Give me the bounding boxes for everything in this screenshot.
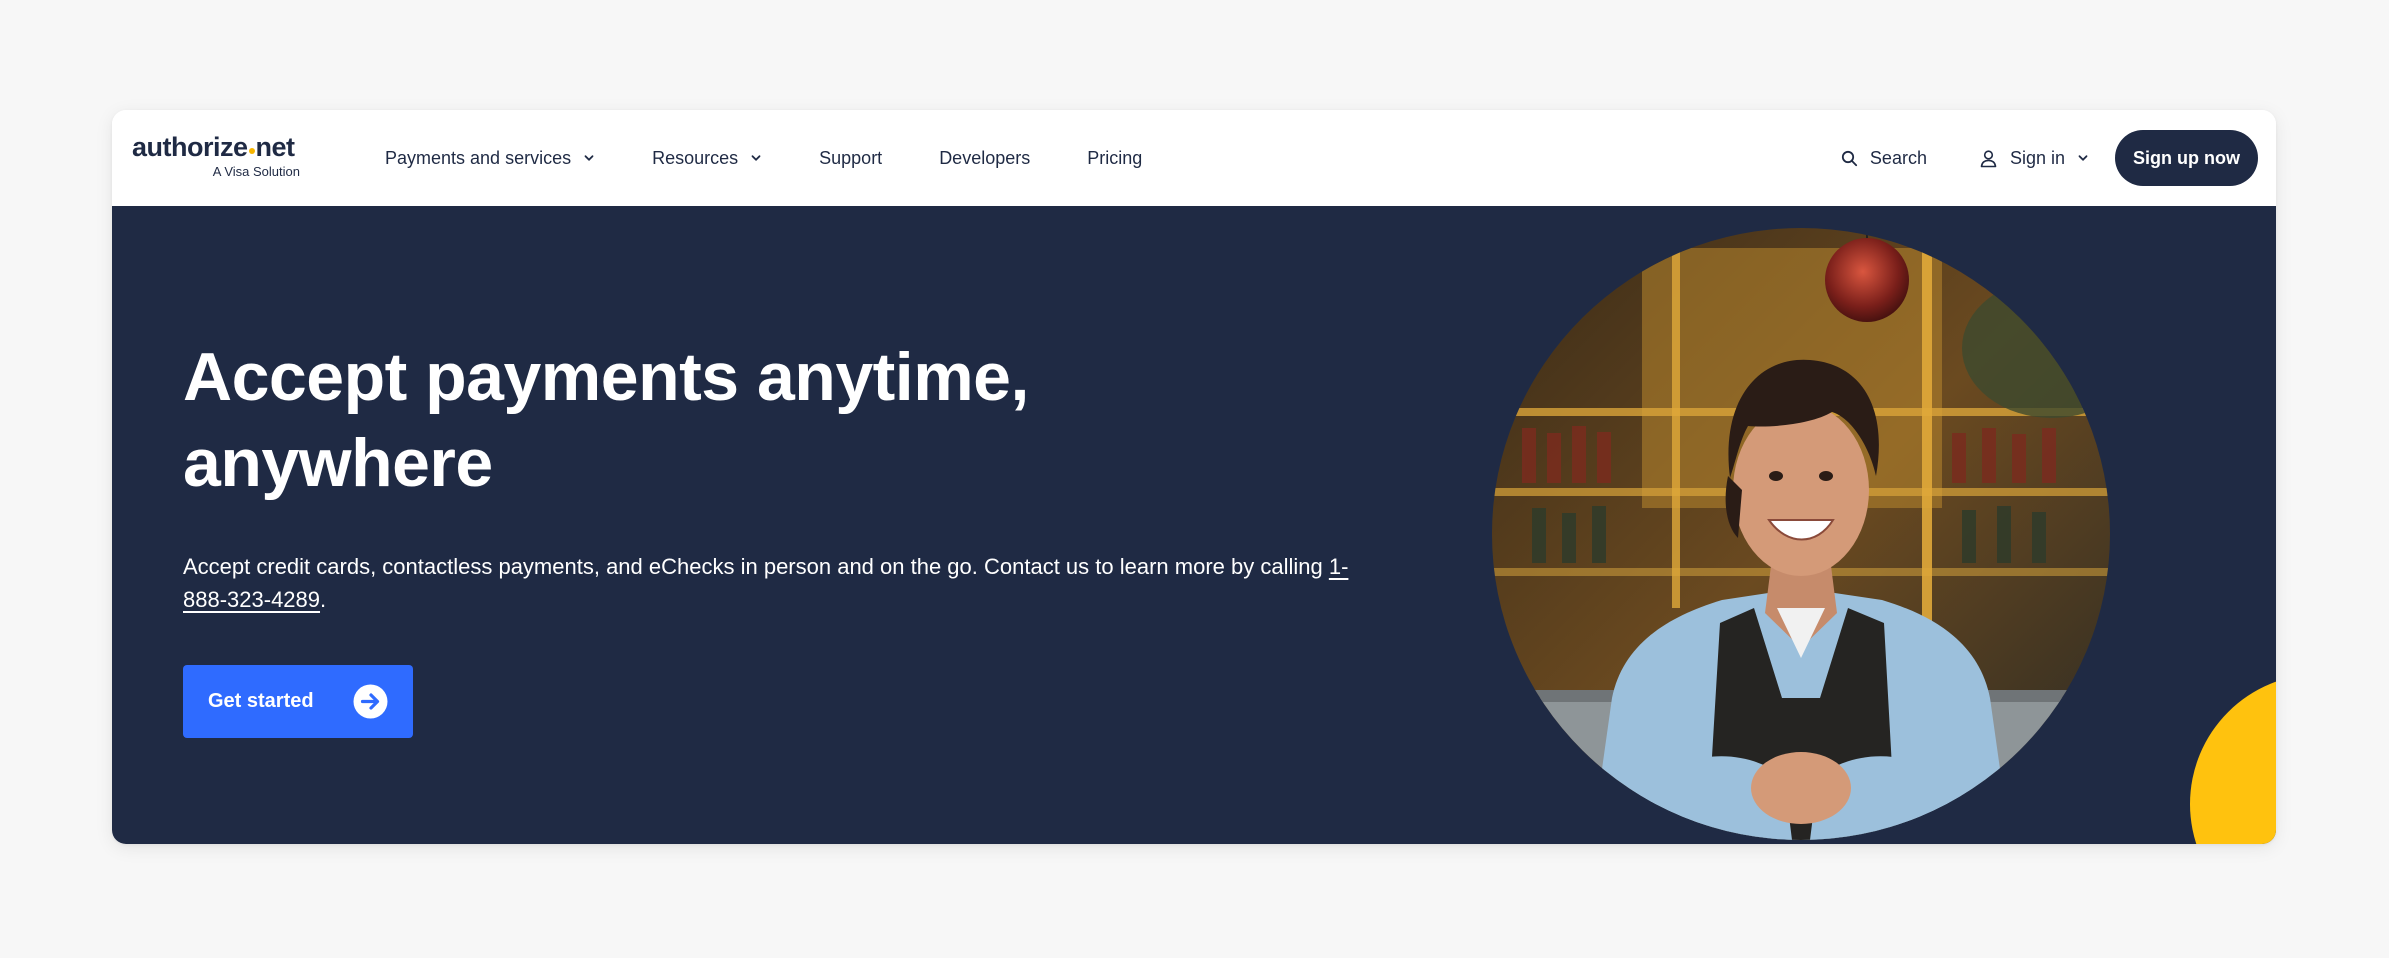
arrow-right-circle-icon <box>353 684 388 719</box>
nav-resources[interactable]: Resources <box>652 148 762 169</box>
chevron-down-icon <box>751 155 761 161</box>
hero-banner: Accept payments anytime, anywhere Accept … <box>112 206 2276 844</box>
logo-wordmark: authorize net <box>132 132 295 162</box>
top-navigation: authorize net A Visa Solution Payments an… <box>112 110 2276 206</box>
hero-title: Accept payments anytime, anywhere <box>183 339 1029 501</box>
sign-in-menu[interactable]: Sign in <box>1979 148 2101 169</box>
authorize-net-logo[interactable]: authorize net A Visa Solution <box>132 132 312 184</box>
hero-photo-woman-at-bar <box>1492 228 2110 840</box>
yellow-accent-shape <box>2190 674 2276 844</box>
logo-dot <box>248 148 255 154</box>
search-icon <box>1841 150 1858 166</box>
nav-developers[interactable]: Developers <box>939 148 1030 169</box>
sign-up-now-button[interactable]: Sign up now <box>2115 130 2258 186</box>
get-started-button[interactable]: Get started <box>183 665 413 738</box>
hero-description: Accept credit cards, contactless payment… <box>183 554 1349 612</box>
chevron-down-icon <box>584 155 594 161</box>
nav-payments-and-services[interactable]: Payments and services <box>385 148 595 169</box>
user-icon <box>1980 149 1997 167</box>
page-card: authorize net A Visa Solution Payments an… <box>112 110 2276 844</box>
nav-actions: Search Sign in Sign up now <box>1841 110 2258 206</box>
nav-pricing[interactable]: Pricing <box>1087 148 1142 169</box>
logo-subtitle: A Visa Solution <box>212 164 300 179</box>
nav-support[interactable]: Support <box>819 148 882 169</box>
main-menu: Payments and services Resources Support … <box>385 110 1199 206</box>
search-button[interactable]: Search <box>1841 148 1927 169</box>
chevron-down-icon <box>2078 155 2088 161</box>
